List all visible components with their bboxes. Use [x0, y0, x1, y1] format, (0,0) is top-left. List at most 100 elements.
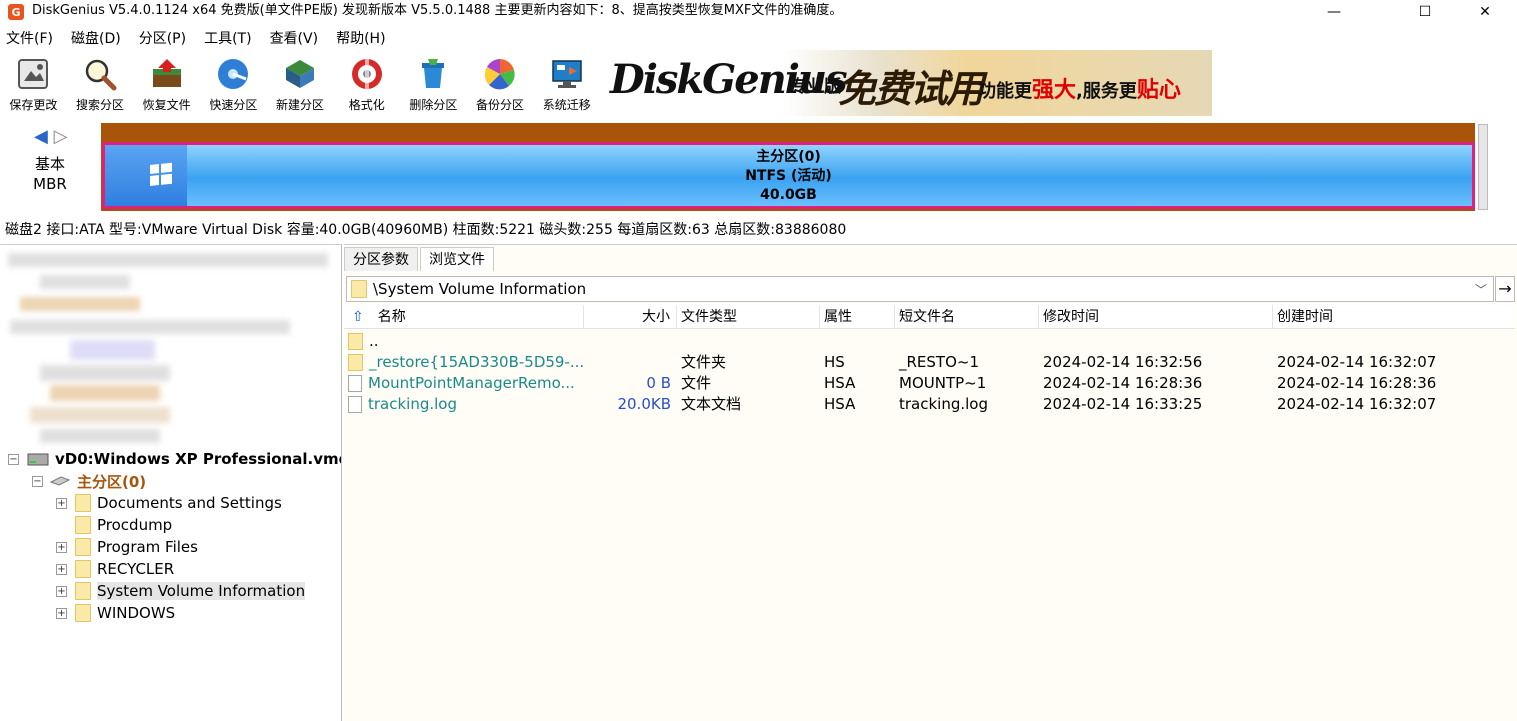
system-migrate-icon — [551, 60, 582, 88]
col-type[interactable]: 文件类型 — [677, 305, 820, 329]
file-type: 文件夹 — [681, 353, 727, 371]
tree-folder[interactable]: Procdump — [67, 514, 172, 536]
search-partition-button[interactable]: 搜索分区 — [67, 50, 134, 116]
tab-bar: 分区参数 浏览文件 — [344, 247, 496, 271]
tree-folder[interactable]: + Documents and Settings — [56, 492, 282, 514]
tree-partition-label: 主分区(0) — [77, 472, 147, 491]
col-size[interactable]: 大小 — [584, 305, 677, 329]
up-level-icon[interactable]: ⇧ — [352, 309, 364, 325]
delete-partition-button[interactable]: 删除分区 — [400, 50, 467, 116]
backup-partition-button[interactable]: 备份分区 — [467, 50, 534, 116]
app-icon: G — [8, 4, 24, 20]
collapse-icon[interactable]: − — [8, 453, 19, 465]
file-created: 2024-02-14 16:32:07 — [1277, 395, 1437, 413]
tree-folder-label: Program Files — [97, 538, 198, 556]
col-name[interactable]: ⇧ 名称 — [344, 305, 584, 329]
blurred-tree-rows — [40, 365, 170, 381]
window-title: DiskGenius V5.4.0.1124 x64 免费版(单文件PE版) 发… — [32, 2, 843, 18]
tree-folder[interactable]: + Program Files — [56, 536, 198, 558]
file-row[interactable]: MountPointManagerRemo... 0 B 文件 HSA MOUN… — [344, 373, 1515, 394]
new-partition-button[interactable]: 新建分区 — [267, 50, 334, 116]
file-row[interactable]: _restore{15AD330B-5D59-... 文件夹 HS _RESTO… — [344, 352, 1515, 373]
quick-partition-icon — [218, 59, 249, 89]
diskmap-scrollbar[interactable] — [1478, 124, 1488, 210]
tree-folder-selected[interactable]: + System Volume Information — [56, 580, 306, 602]
banner-slogan: 功能更强大,服务更贴心 — [978, 72, 1181, 104]
minimize-button[interactable]: — — [1309, 0, 1359, 24]
system-migrate-button[interactable]: 系统迁移 — [533, 50, 600, 116]
tree-disk-label: vD0:Windows XP Professional.vmdk(4 — [55, 450, 341, 468]
collapse-icon[interactable]: − — [32, 475, 43, 487]
magnifier-icon — [85, 59, 117, 91]
new-partition-icon — [286, 60, 315, 88]
file-size: 0 B — [646, 374, 671, 392]
recover-icon — [152, 59, 181, 87]
file-name: _restore{15AD330B-5D59-... — [369, 353, 584, 371]
format-button[interactable]: 格式化 — [333, 50, 400, 116]
partition-size: 40.0GB — [760, 187, 817, 203]
file-attr: HSA — [824, 395, 856, 413]
go-arrow-icon[interactable]: → — [1495, 276, 1515, 302]
recover-files-button[interactable]: 恢复文件 — [133, 50, 200, 116]
file-name: MountPointManagerRemo... — [368, 374, 575, 392]
file-created: 2024-02-14 16:28:36 — [1277, 374, 1437, 392]
disk-type-mbr: MBR — [33, 175, 67, 193]
menu-disk[interactable]: 磁盘(D) — [71, 28, 121, 48]
file-short-name: MOUNTP~1 — [899, 374, 987, 392]
tab-browse-files[interactable]: 浏览文件 — [420, 247, 494, 271]
file-row[interactable]: tracking.log 20.0KB 文本文档 HSA tracking.lo… — [344, 394, 1515, 415]
file-type: 文本文档 — [681, 395, 742, 413]
expand-icon[interactable]: + — [56, 541, 67, 553]
chevron-down-icon[interactable]: ﹀ — [1475, 281, 1487, 298]
menu-help[interactable]: 帮助(H) — [336, 28, 385, 48]
expand-icon[interactable]: + — [56, 585, 67, 597]
path-bar[interactable]: \System Volume Information ﹀ — [346, 276, 1494, 302]
col-short-name[interactable]: 短文件名 — [895, 305, 1039, 329]
save-icon — [18, 59, 49, 89]
col-attr[interactable]: 属性 — [820, 305, 895, 329]
blurred-tree-rows — [10, 320, 290, 334]
save-changes-button[interactable]: 保存更改 — [0, 50, 67, 116]
maximize-button[interactable]: ☐ — [1400, 0, 1450, 24]
expand-icon[interactable]: + — [56, 563, 67, 575]
col-name-label: 名称 — [377, 309, 406, 325]
tree-partition-node[interactable]: − 主分区(0) — [32, 470, 146, 492]
close-button[interactable]: ✕ — [1460, 0, 1510, 24]
quick-partition-button[interactable]: 快速分区 — [200, 50, 267, 116]
col-created[interactable]: 创建时间 — [1273, 305, 1511, 329]
prev-disk-icon[interactable]: ◀ — [34, 126, 48, 147]
menu-view[interactable]: 查看(V) — [270, 28, 319, 48]
partition-block[interactable]: 主分区(0) NTFS (活动) 40.0GB — [102, 142, 1475, 209]
expand-icon[interactable]: + — [56, 607, 67, 619]
toolbar: 保存更改 搜索分区 恢复文件 快速分区 新建分区 格式化 删除分区 备份分区 系… — [0, 50, 600, 116]
file-row[interactable]: .. — [344, 331, 1515, 352]
col-modified[interactable]: 修改时间 — [1039, 305, 1273, 329]
file-size: 20.0KB — [617, 395, 671, 413]
blurred-tree-rows — [40, 429, 160, 443]
blurred-tree-rows — [8, 253, 328, 267]
menu-partition[interactable]: 分区(P) — [139, 28, 186, 48]
folder-icon — [348, 333, 363, 350]
next-disk-icon[interactable]: ▷ — [54, 126, 68, 147]
partition-icon — [49, 476, 71, 486]
tree-folder-label: RECYCLER — [97, 560, 175, 578]
tree-folder[interactable]: + RECYCLER — [56, 558, 174, 580]
blurred-tree-rows — [40, 275, 130, 289]
tree-disk-node[interactable]: − vD0:Windows XP Professional.vmdk(4 — [8, 448, 341, 470]
tree-folder[interactable]: + WINDOWS — [56, 602, 175, 624]
tree-folder-label: WINDOWS — [97, 604, 176, 622]
banner-edition: 专业版 — [790, 77, 841, 97]
expand-icon[interactable]: + — [56, 497, 67, 509]
file-type: 文件 — [681, 374, 712, 392]
file-name: .. — [369, 332, 379, 350]
promo-banner[interactable]: DiskGenius 专业版 免费试用 功能更强大,服务更贴心 — [600, 50, 1212, 116]
menu-tools[interactable]: 工具(T) — [204, 28, 251, 48]
slogan-highlight: 强大 — [1032, 78, 1077, 103]
slogan-part: ,服务更 — [1076, 81, 1137, 102]
file-attr: HS — [824, 353, 845, 371]
disk-type-basic: 基本 — [34, 155, 65, 173]
file-modified: 2024-02-14 16:33:25 — [1043, 395, 1203, 413]
tab-partition-params[interactable]: 分区参数 — [344, 247, 418, 271]
menu-file[interactable]: 文件(F) — [6, 28, 53, 48]
file-name: tracking.log — [368, 395, 458, 413]
